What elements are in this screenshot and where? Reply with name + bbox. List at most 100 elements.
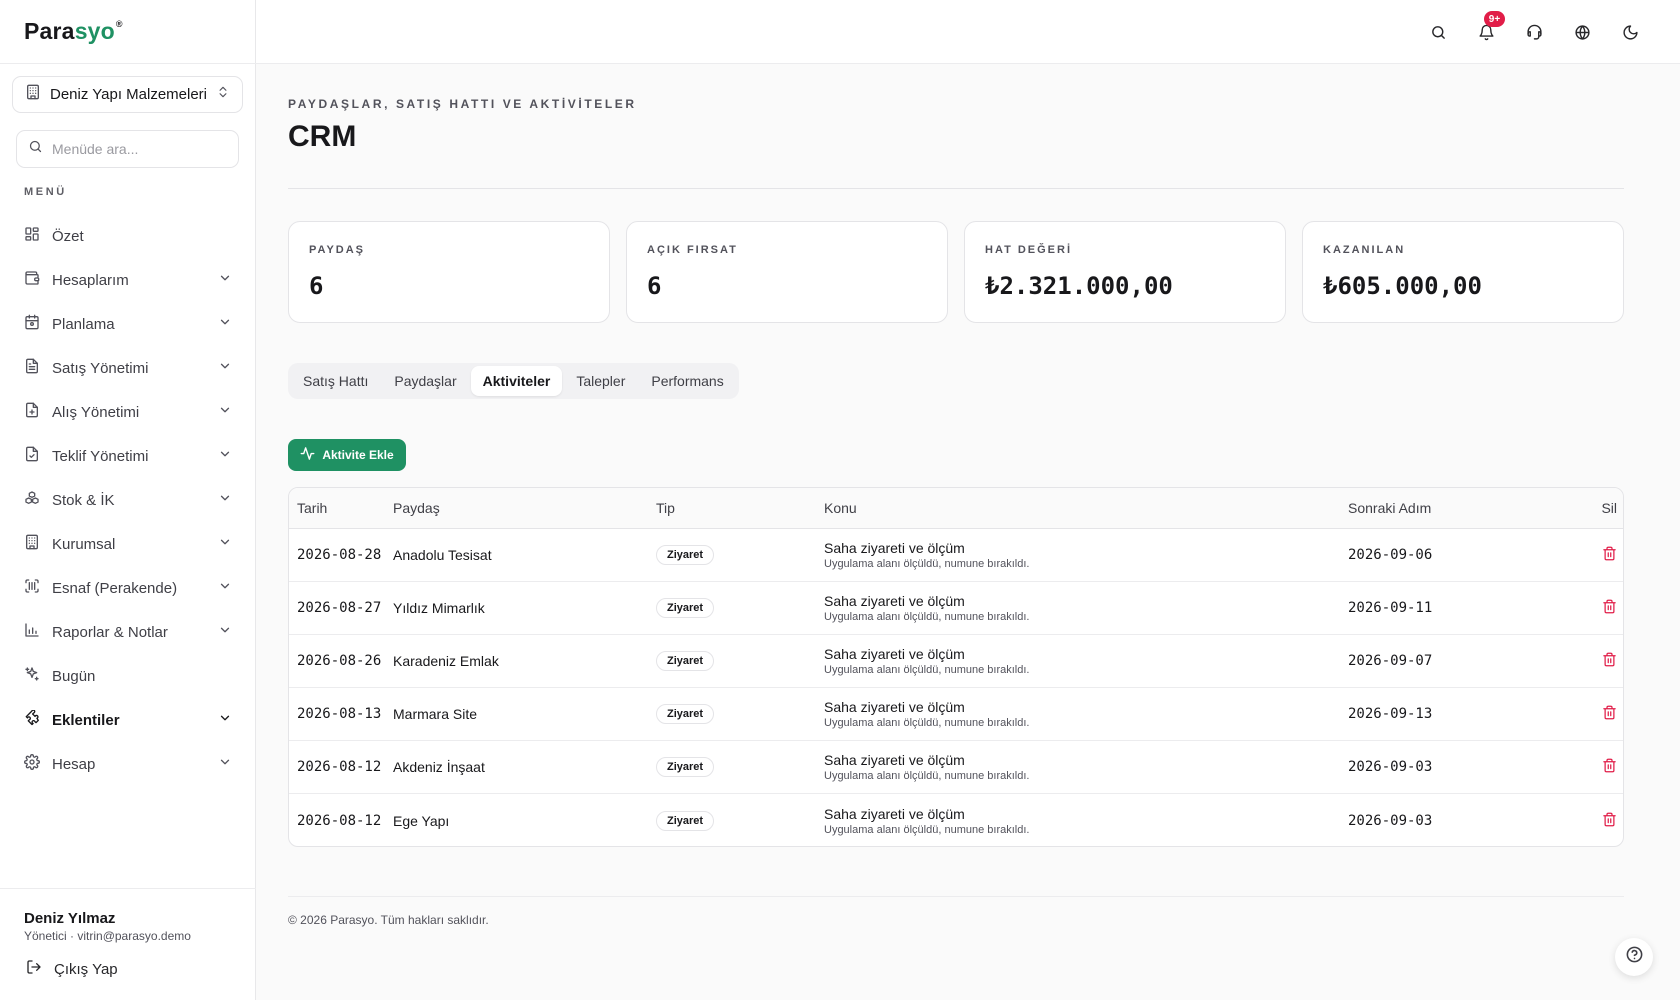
menu-search-input[interactable] — [52, 141, 222, 157]
tab-performans[interactable]: Performans — [639, 366, 735, 396]
cell-date: 2026-08-12 — [297, 812, 382, 829]
chevron-down-icon[interactable] — [218, 579, 232, 597]
col-type[interactable]: Tip — [656, 500, 824, 516]
search-icon[interactable] — [1426, 20, 1450, 44]
receipt-icon — [24, 358, 40, 378]
type-badge: Ziyaret — [656, 757, 715, 777]
table-body: 2026-08-28 Anadolu Tesisat Ziyaret Saha ziy… — [289, 529, 1623, 846]
sidebar-item-alış-yönetimi[interactable]: Alış Yönetimi — [12, 390, 244, 434]
sidebar-item-hesaplarım[interactable]: Hesaplarım — [12, 258, 244, 302]
subject-title: Saha ziyareti ve ölçüm — [824, 752, 965, 768]
dashboard-icon — [24, 226, 40, 246]
search-icon — [28, 139, 43, 159]
sidebar-item-hesap[interactable]: Hesap — [12, 742, 244, 786]
trash-icon[interactable] — [1602, 758, 1617, 773]
help-button[interactable] — [1615, 938, 1653, 976]
stat-value: ₺2.321.000,00 — [985, 272, 1173, 300]
globe-icon[interactable] — [1570, 20, 1594, 44]
sidebar-item-satış-yönetimi[interactable]: Satış Yönetimi — [12, 346, 244, 390]
sidebar-item-özet[interactable]: Özet — [12, 214, 244, 258]
col-delete: Sil — [1601, 500, 1617, 516]
sidebar-item-raporlar-notlar[interactable]: Raporlar & Notlar — [12, 610, 244, 654]
cell-next-step: 2026-09-13 — [1348, 706, 1433, 722]
cell-party: Akdeniz İnşaat — [393, 759, 485, 775]
subject-note: Uygulama alanı ölçüldü, numune bırakıldı… — [824, 558, 1030, 570]
sidebar-item-eklentiler[interactable]: Eklentiler — [12, 698, 244, 742]
stat-label: HAT DEĞERİ — [985, 244, 1073, 256]
sidebar-item-label: Satış Yönetimi — [52, 359, 149, 377]
stat-value: 6 — [309, 272, 324, 300]
cell-subject: Saha ziyareti ve ölçüm Uygulama alanı ölç… — [824, 752, 1348, 782]
cell-date: 2026-08-28 — [297, 547, 382, 563]
stat-card-hat-degeri: HAT DEĞERİ ₺2.321.000,00 — [964, 221, 1286, 323]
sidebar-divider — [0, 63, 256, 64]
sidebar-item-planlama[interactable]: Planlama — [12, 302, 244, 346]
chevron-down-icon[interactable] — [218, 535, 232, 553]
page-eyebrow: PAYDAŞLAR, SATIŞ HATTI VE AKTİVİTELER — [288, 97, 637, 111]
sidebar-item-label: Esnaf (Perakende) — [52, 579, 178, 597]
sidebar-item-esnaf-perakende-[interactable]: Esnaf (Perakende) — [12, 566, 244, 610]
chevron-down-icon[interactable] — [218, 315, 232, 333]
trash-icon[interactable] — [1602, 652, 1617, 667]
trash-icon[interactable] — [1602, 705, 1617, 720]
chevron-down-icon[interactable] — [218, 271, 232, 289]
brand-name-part2: syo — [74, 18, 115, 44]
col-next-step[interactable]: Sonraki Adım — [1348, 500, 1588, 516]
table-row: 2026-08-12 Akdeniz İnşaat Ziyaret Saha ziya… — [289, 741, 1623, 794]
footer-copyright: © 2026 Parasyo. Tüm hakları saklıdır. — [288, 913, 489, 927]
cell-next-step: 2026-09-06 — [1348, 547, 1433, 563]
cell-subject: Saha ziyareti ve ölçüm Uygulama alanı ölç… — [824, 540, 1348, 570]
title-divider — [288, 188, 1624, 189]
trash-icon[interactable] — [1602, 546, 1617, 561]
trash-icon[interactable] — [1602, 812, 1617, 827]
col-subject[interactable]: Konu — [824, 500, 1348, 516]
subject-title: Saha ziyareti ve ölçüm — [824, 593, 965, 609]
cell-type: Ziyaret — [656, 598, 824, 618]
chevron-down-icon[interactable] — [218, 755, 232, 773]
cell-type: Ziyaret — [656, 810, 824, 831]
sidebar-item-bugün[interactable]: Bugün — [12, 654, 244, 698]
cell-next-step: 2026-09-03 — [1348, 759, 1433, 775]
sidebar-item-kurumsal[interactable]: Kurumsal — [12, 522, 244, 566]
type-badge: Ziyaret — [656, 651, 715, 671]
subject-title: Saha ziyareti ve ölçüm — [824, 805, 965, 822]
trash-icon[interactable] — [1602, 599, 1617, 614]
sidebar-item-stok-i-k[interactable]: Stok & İK — [12, 478, 244, 522]
boxes-icon — [24, 490, 40, 510]
sidebar-item-label: Bugün — [52, 667, 96, 685]
chevron-down-icon[interactable] — [218, 491, 232, 509]
headset-icon[interactable] — [1522, 20, 1546, 44]
tab-talepler[interactable]: Talepler — [564, 366, 637, 396]
user-role-email: Yönetici · vitrin@parasyo.demo — [24, 929, 191, 943]
moon-icon[interactable] — [1618, 20, 1642, 44]
col-party[interactable]: Paydaş — [393, 500, 656, 516]
tab-satis-hatti[interactable]: Satış Hattı — [291, 366, 380, 396]
subject-note: Uygulama alanı ölçüldü, numune bırakıldı… — [824, 611, 1030, 623]
stat-label: PAYDAŞ — [309, 244, 366, 256]
sidebar-item-teklif-yönetimi[interactable]: Teklif Yönetimi — [12, 434, 244, 478]
chevron-down-icon[interactable] — [218, 359, 232, 377]
menu-search[interactable] — [16, 130, 239, 168]
subject-title: Saha ziyareti ve ölçüm — [824, 699, 965, 715]
col-date[interactable]: Tarih — [297, 500, 393, 516]
cell-type: Ziyaret — [656, 545, 824, 565]
chevrons-up-down-icon — [216, 85, 230, 104]
tab-aktiviteler[interactable]: Aktiviteler — [470, 366, 563, 396]
puzzle-icon — [24, 709, 40, 730]
add-activity-button[interactable]: Aktivite Ekle — [288, 439, 406, 471]
brand-logo[interactable]: Parasyo® — [24, 18, 123, 45]
table-row: 2026-08-27 Yıldız Mimarlık Ziyaret Saha ziy… — [289, 582, 1623, 635]
sidebar-item-label: Stok & İK — [52, 491, 115, 509]
sidebar-item-label: Planlama — [52, 315, 115, 333]
cell-subject: Saha ziyareti ve ölçüm Uygulama alanı ölç… — [824, 593, 1348, 623]
chevron-down-icon[interactable] — [218, 711, 232, 729]
chevron-down-icon[interactable] — [218, 447, 232, 465]
type-badge: Ziyaret — [656, 545, 715, 565]
chevron-down-icon[interactable] — [218, 623, 232, 641]
logout-label: Çıkış Yap — [54, 960, 118, 978]
logout-button[interactable]: Çıkış Yap — [26, 959, 118, 979]
chevron-down-icon[interactable] — [218, 403, 232, 421]
subject-note: Uygulama alanı ölçüldü, numune bırakıldı… — [824, 664, 1030, 676]
tab-paydaslar[interactable]: Paydaşlar — [382, 366, 468, 396]
org-switcher[interactable]: Deniz Yapı Malzemeleri... — [12, 76, 243, 113]
